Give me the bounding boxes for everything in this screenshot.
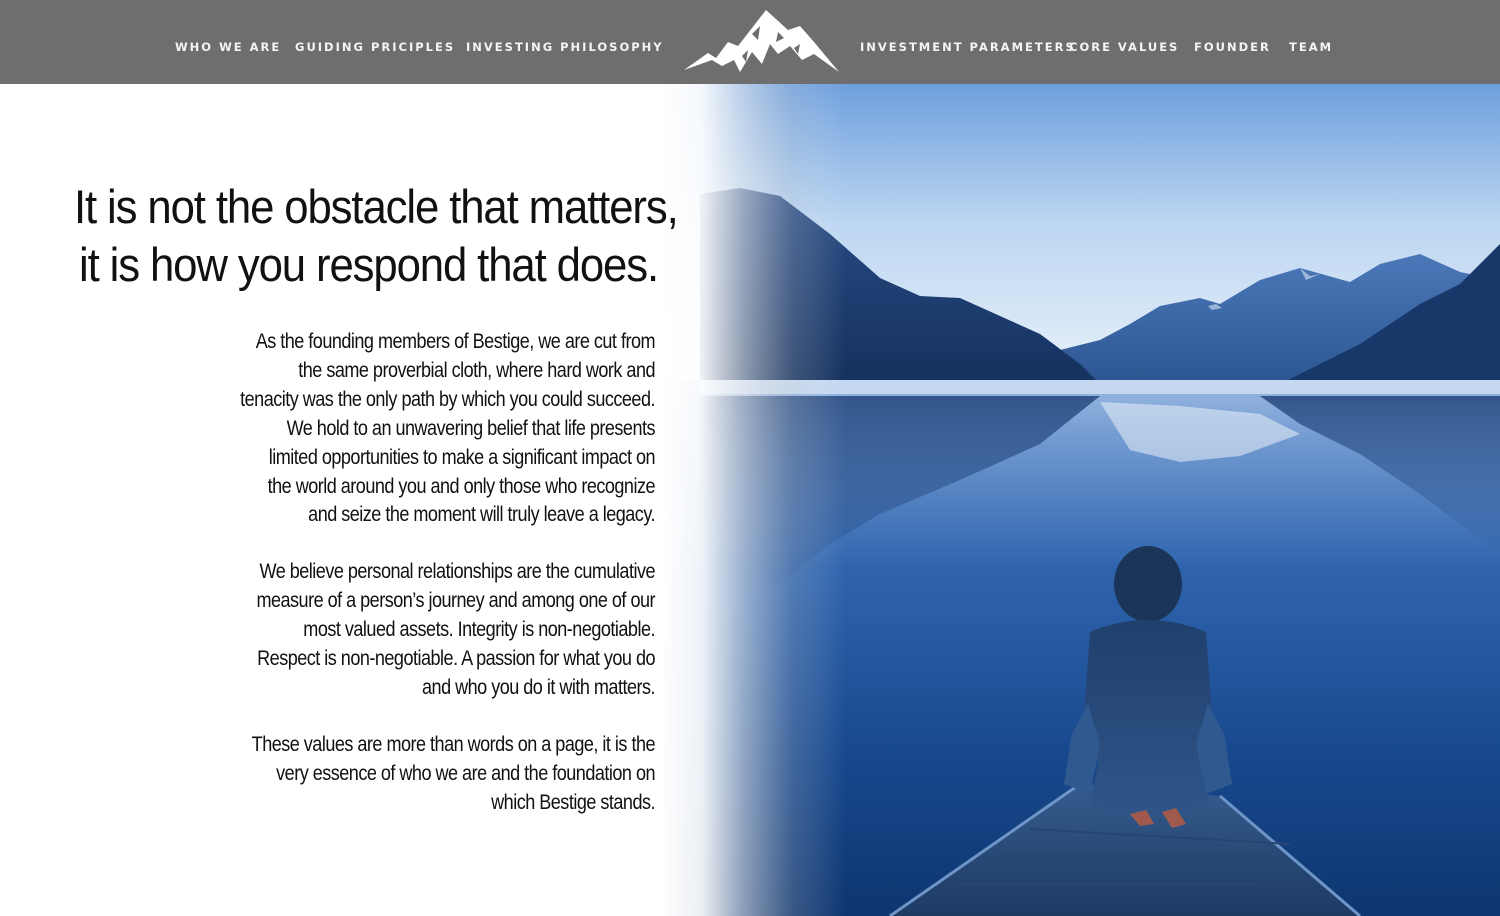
paragraph-line: Respect is non-negotiable. A passion for… (257, 646, 655, 670)
top-navigation-bar: WHO WE ARE GUIDING PRICIPLES INVESTING P… (0, 0, 1500, 84)
paragraph-line: These values are more than words on a pa… (251, 733, 656, 756)
paragraph-line: very essence of who we are and the found… (276, 761, 655, 785)
paragraph-line: limited opportunities to make a signific… (268, 445, 656, 469)
paragraph-line: which Bestige stands. (491, 790, 655, 814)
headline-line: It is not the obstacle that matters, (73, 180, 679, 233)
paragraph-line: measure of a person’s journey and among … (256, 588, 655, 612)
hero-lake-image (660, 84, 1500, 916)
nav-link-who-we-are[interactable]: WHO WE ARE (175, 40, 281, 54)
paragraph-line: the world around you and only those who … (267, 474, 656, 498)
paragraph-line: and who you do it with matters. (422, 675, 655, 699)
nav-link-team[interactable]: TEAM (1289, 40, 1333, 54)
nav-link-investment-parameters[interactable]: INVESTMENT PARAMETERS (860, 40, 1076, 54)
paragraph-line: As the founding members of Bestige, we a… (255, 330, 656, 353)
nav-link-guiding-principles[interactable]: GUIDING PRICIPLES (295, 40, 455, 54)
mountain-logo-icon[interactable] (682, 8, 842, 78)
paragraph-line: the same proverbial cloth, where hard wo… (298, 358, 655, 382)
page-headline: It is not the obstacle that matters, it … (73, 178, 679, 294)
paragraph-line: tenacity was the only path by which you … (240, 387, 655, 411)
body-paragraph-relationships: We believe personal relationships are th… (221, 558, 655, 703)
paragraph-line: We believe personal relationships are th… (259, 560, 656, 583)
paragraph-line: most valued assets. Integrity is non-neg… (303, 617, 655, 641)
paragraph-line: We hold to an unwavering belief that lif… (286, 416, 656, 440)
nav-link-investing-philosophy[interactable]: INVESTING PHILOSOPHY (466, 40, 664, 54)
paragraph-line: and seize the moment will truly leave a … (308, 503, 655, 527)
body-paragraph-founding: As the founding members of Bestige, we a… (221, 328, 655, 530)
nav-link-founder[interactable]: FOUNDER (1194, 40, 1271, 54)
nav-link-core-values[interactable]: CORE VALUES (1069, 40, 1179, 54)
headline-line: it is how you respond that does. (78, 238, 659, 291)
body-paragraph-values: These values are more than words on a pa… (221, 731, 656, 818)
